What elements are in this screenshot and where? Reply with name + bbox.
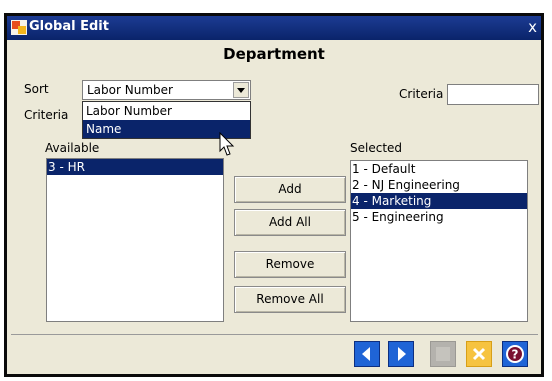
available-list[interactable]: 3 - HR (46, 158, 224, 322)
disabled-icon (430, 341, 456, 367)
prev-arrow-icon[interactable] (354, 341, 380, 367)
add-all-button[interactable]: Add All (234, 209, 346, 236)
selected-label: Selected (350, 141, 403, 155)
window-title: Global Edit (29, 19, 109, 34)
remove-button[interactable]: Remove (234, 251, 346, 278)
close-button[interactable]: x (528, 18, 537, 36)
list-item[interactable]: 1 - Default (351, 161, 527, 177)
title-bar: Global Edit x (7, 16, 541, 40)
cancel-icon[interactable] (466, 341, 492, 367)
list-item[interactable]: 5 - Engineering (351, 209, 527, 225)
svg-text:?: ? (512, 348, 519, 362)
mouse-cursor-icon (219, 132, 235, 156)
app-icon (11, 20, 27, 35)
help-icon[interactable]: ? (502, 341, 528, 367)
criteria-label-left: Criteria (24, 108, 69, 122)
sort-option-labor-number[interactable]: Labor Number (83, 102, 250, 120)
next-arrow-icon[interactable] (388, 341, 414, 367)
remove-all-button[interactable]: Remove All (234, 286, 346, 313)
selected-list[interactable]: 1 - Default 2 - NJ Engineering 4 - Marke… (350, 160, 528, 322)
global-edit-window: Global Edit x Department Sort Labor Numb… (4, 13, 544, 377)
list-item[interactable]: 2 - NJ Engineering (351, 177, 527, 193)
sort-label: Sort (24, 82, 49, 96)
sort-select[interactable]: Labor Number (82, 80, 251, 100)
add-button[interactable]: Add (234, 176, 346, 203)
page-heading: Department (223, 45, 325, 63)
list-item[interactable]: 3 - HR (47, 159, 223, 175)
list-item[interactable]: 4 - Marketing (351, 193, 527, 209)
sort-selected-value: Labor Number (87, 83, 173, 97)
footer-toolbar: ? (11, 334, 538, 374)
criteria-input[interactable] (447, 84, 539, 105)
criteria-label-right: Criteria (399, 87, 444, 101)
available-label: Available (45, 141, 100, 155)
dropdown-arrow-icon[interactable] (233, 82, 249, 98)
